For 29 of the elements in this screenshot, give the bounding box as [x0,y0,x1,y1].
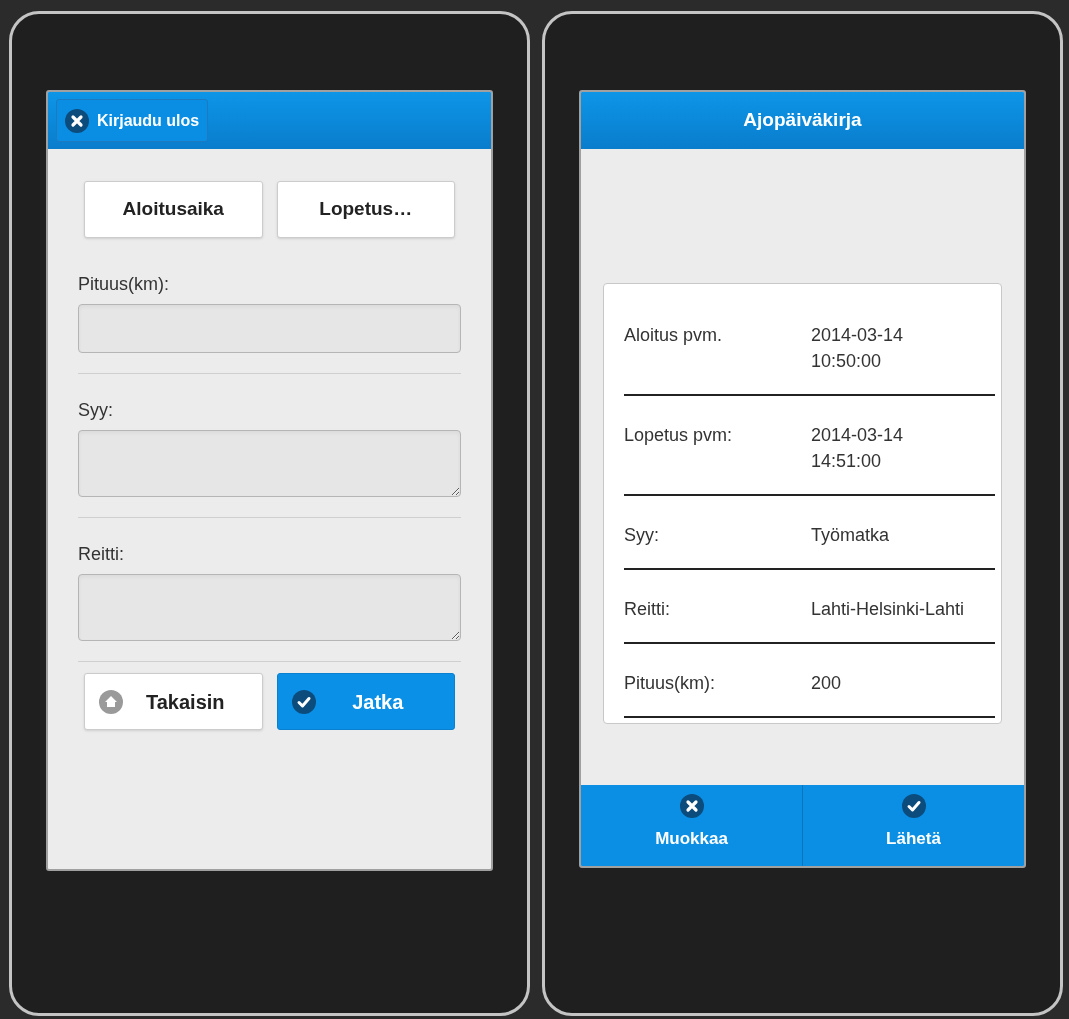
home-icon [99,689,123,714]
check-icon [901,794,926,818]
row-label: Reitti: [624,598,671,621]
continue-button[interactable]: Jatka [276,673,455,730]
row-value: 2014-03-14 10:50:00 [811,324,904,373]
row-value: Lahti-Helsinki-Lahti [811,598,965,621]
row-value: Työmatka [811,524,890,547]
edit-tab[interactable]: Muokkaa [581,785,802,866]
logout-button[interactable]: Kirjaudu ulos [56,99,209,142]
row-label: Pituus(km): [624,672,716,695]
close-icon [679,794,704,818]
row-label: Lopetus pvm: [624,424,734,447]
row-value: 2014-03-14 14:51:00 [811,424,904,473]
input-field[interactable] [78,304,461,353]
screen-title: Ajopäiväkirja [743,108,862,133]
time-button[interactable]: Lopetus… [276,181,455,238]
text-area[interactable] [78,574,461,641]
check-icon [291,689,316,714]
field-label: Syy: [78,399,114,422]
row-label: Syy: [624,524,660,547]
send-tab[interactable]: Lähetä [802,785,1024,866]
text-area[interactable] [78,430,461,497]
field-label: Pituus(km): [78,273,170,296]
row-value: 200 [811,672,842,695]
back-button[interactable]: Takaisin [84,673,263,730]
close-icon [65,108,89,133]
time-button[interactable]: Aloitusaika [84,181,263,238]
field-label: Reitti: [78,543,125,566]
row-label: Aloitus pvm. [624,324,724,347]
